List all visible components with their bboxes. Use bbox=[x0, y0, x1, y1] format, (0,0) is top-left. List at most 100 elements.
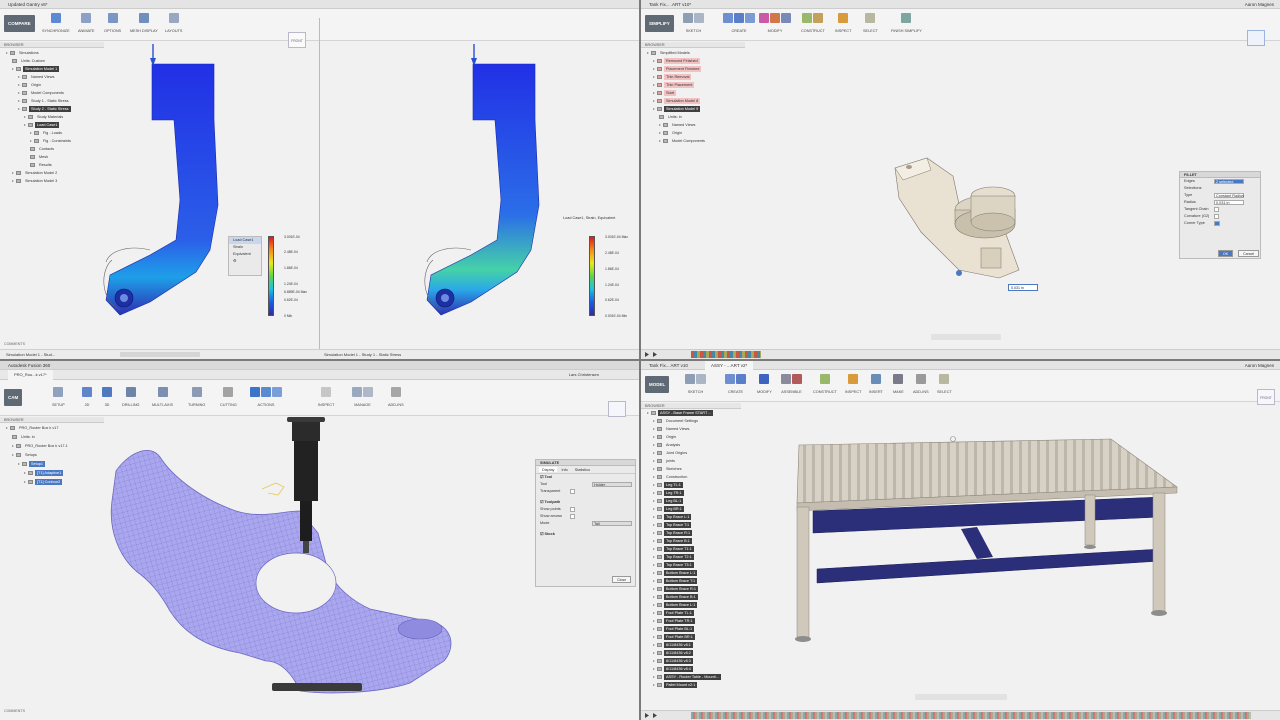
section-label: Stock bbox=[544, 532, 555, 536]
checkbox[interactable]: ☑ bbox=[540, 475, 543, 479]
gear-icon[interactable]: ⚙ bbox=[233, 259, 236, 263]
tool-row[interactable]: Tool Holder bbox=[536, 481, 635, 488]
legend-value: 0.001E-04 Min bbox=[605, 314, 628, 318]
fillet-selections[interactable]: Selections bbox=[1180, 185, 1260, 192]
checkbox[interactable] bbox=[570, 514, 575, 519]
legend-result-type[interactable]: Strain bbox=[229, 244, 261, 251]
fillet-corner-type[interactable]: Corner Type bbox=[1180, 220, 1260, 227]
simulate-dialog: SIMULATE Display Info Statistics ☑ Tool … bbox=[535, 459, 636, 587]
tab-display[interactable]: Display bbox=[539, 467, 558, 472]
nav-bar[interactable] bbox=[915, 694, 1007, 700]
timeline[interactable] bbox=[641, 710, 1280, 720]
fillet-edges[interactable]: Edges 2 selected bbox=[1180, 178, 1260, 185]
row-label: Transparent bbox=[540, 489, 561, 493]
radius-input[interactable]: 0.031 in bbox=[1008, 284, 1038, 291]
play-icon[interactable] bbox=[645, 352, 649, 357]
legend-value: 0.62E-04 bbox=[605, 298, 619, 302]
legend-value: 2.48E-04 bbox=[284, 250, 298, 254]
nav-bar[interactable] bbox=[120, 352, 200, 357]
legend-component[interactable]: Equivalent bbox=[229, 251, 261, 258]
tab-info[interactable]: Info bbox=[558, 467, 570, 472]
mode-row[interactable]: Mode Tail bbox=[536, 520, 635, 527]
viewcube[interactable]: FRONT bbox=[1257, 389, 1275, 405]
timeline[interactable] bbox=[641, 349, 1280, 359]
legend-value: 0 Min bbox=[284, 314, 293, 318]
play-icon[interactable] bbox=[645, 713, 649, 718]
stress-model-left bbox=[103, 44, 540, 316]
row-value[interactable]: 2 selected bbox=[1214, 179, 1244, 184]
row-value[interactable]: Constant Radius bbox=[1214, 193, 1244, 198]
status-bar: Simulation Model 1 - Stud... Simulation … bbox=[0, 349, 639, 359]
quadrant-cam-simulate: Autodesk Fusion 360 PRO_Rou...k v17* Lar… bbox=[0, 361, 639, 720]
fillet-dialog: FILLET Edges 2 selected Selections Type Co… bbox=[1179, 171, 1261, 259]
table-frame-model bbox=[795, 436, 1178, 642]
checkbox[interactable]: ☑ bbox=[540, 532, 543, 536]
legend-title: Load Case1, Strain, Equivalent bbox=[563, 216, 616, 220]
simulate-tabs: Display Info Statistics bbox=[536, 466, 635, 474]
status-right: Simulation Model 1 - Study 1 - Static St… bbox=[324, 352, 402, 357]
tool-section[interactable]: ☑ Tool bbox=[536, 474, 635, 481]
legend-value: 6.889E-04 Max bbox=[284, 290, 307, 294]
legend-value: 3.001E-04 bbox=[284, 235, 300, 239]
legend-options[interactable]: ⚙ bbox=[229, 258, 261, 265]
mode-select[interactable]: Tail bbox=[592, 521, 632, 526]
row-label: Mode bbox=[540, 521, 550, 525]
comments-panel[interactable]: COMMENTS bbox=[0, 342, 25, 348]
row-label: Corner Type bbox=[1184, 221, 1205, 225]
checkbox[interactable] bbox=[570, 507, 575, 512]
tool-select[interactable]: Holder bbox=[592, 482, 632, 487]
checkbox[interactable] bbox=[1214, 207, 1219, 212]
close-button[interactable]: Close bbox=[612, 576, 632, 583]
legend-value: 1.24E-04 bbox=[605, 283, 619, 287]
step-forward-icon[interactable] bbox=[653, 352, 657, 357]
legend-case[interactable]: Load Case1 bbox=[229, 237, 261, 244]
checkbox[interactable]: ☑ bbox=[540, 500, 543, 504]
corner-type-icon[interactable] bbox=[1214, 221, 1220, 226]
legend-value: 0.62E-04 bbox=[284, 298, 298, 302]
show-arrows-row[interactable]: Show arrows bbox=[536, 513, 635, 520]
row-label: Curvature (G2) bbox=[1184, 214, 1210, 218]
timeline-features[interactable] bbox=[691, 351, 761, 358]
legend-value: 2.48E-04 bbox=[605, 251, 619, 255]
fillet-radius[interactable]: Radius 0.031 in bbox=[1180, 199, 1260, 206]
row-label: Type bbox=[1184, 193, 1193, 197]
legend-bar-right bbox=[589, 236, 595, 316]
legend-settings-panel: Load Case1 Strain Equivalent ⚙ bbox=[228, 236, 262, 276]
cancel-button[interactable]: Cancel bbox=[1238, 250, 1260, 257]
fillet-curvature[interactable]: Curvature (G2) bbox=[1180, 213, 1260, 220]
row-label: Show arrows bbox=[540, 514, 562, 518]
playback-controls[interactable] bbox=[272, 683, 362, 691]
transparent-row[interactable]: Transparent bbox=[536, 488, 635, 495]
timeline-features[interactable] bbox=[691, 712, 1251, 719]
nav-bar[interactable] bbox=[931, 334, 1001, 340]
comments-panel[interactable]: COMMENTS bbox=[0, 709, 25, 715]
checkbox[interactable] bbox=[1214, 214, 1219, 219]
legend-value: 1.86E-04 bbox=[605, 267, 619, 271]
quadrant-assembly: Tank Fix... ART v10 ASSY - ...ART v2* Aa… bbox=[641, 361, 1280, 720]
step-forward-icon[interactable] bbox=[653, 713, 657, 718]
stock-section[interactable]: ☑ Stock bbox=[536, 531, 635, 538]
row-label: Show points bbox=[540, 507, 561, 511]
tab-statistics[interactable]: Statistics bbox=[572, 467, 593, 472]
section-label: Tool bbox=[544, 475, 553, 479]
row-value[interactable]: 0.031 in bbox=[1214, 200, 1244, 205]
row-label: Selections bbox=[1184, 186, 1202, 190]
fillet-tangent-chain[interactable]: Tangent Chain bbox=[1180, 206, 1260, 213]
viewcube[interactable] bbox=[1247, 30, 1265, 46]
quadrant-simulation-compare: Updated Gantry v6* COMPARE SYNCHRONIZE A… bbox=[0, 0, 639, 359]
checkbox[interactable] bbox=[570, 489, 575, 494]
viewcube[interactable] bbox=[608, 401, 626, 417]
quadrant-simplify: Tank Fix... .ART v10* Aaron Magnes SIMPLI… bbox=[641, 0, 1280, 359]
ok-button[interactable]: OK bbox=[1218, 250, 1234, 257]
toolpath-section[interactable]: ☑ Toolpath bbox=[536, 499, 635, 506]
section-label: Toolpath bbox=[544, 500, 561, 504]
fillet-type[interactable]: Type Constant Radius bbox=[1180, 192, 1260, 199]
legend-value: 3.001E-04 Max bbox=[605, 235, 628, 239]
show-points-row[interactable]: Show points bbox=[536, 506, 635, 513]
status-left[interactable]: Simulation Model 1 - Stud... bbox=[6, 352, 55, 357]
legend-value: 1.24E-04 bbox=[284, 282, 298, 286]
row-label: Radius bbox=[1184, 200, 1196, 204]
row-label: Tangent Chain bbox=[1184, 207, 1209, 211]
row-label: Edges bbox=[1184, 179, 1195, 183]
legend-value: 1.86E-04 bbox=[284, 266, 298, 270]
